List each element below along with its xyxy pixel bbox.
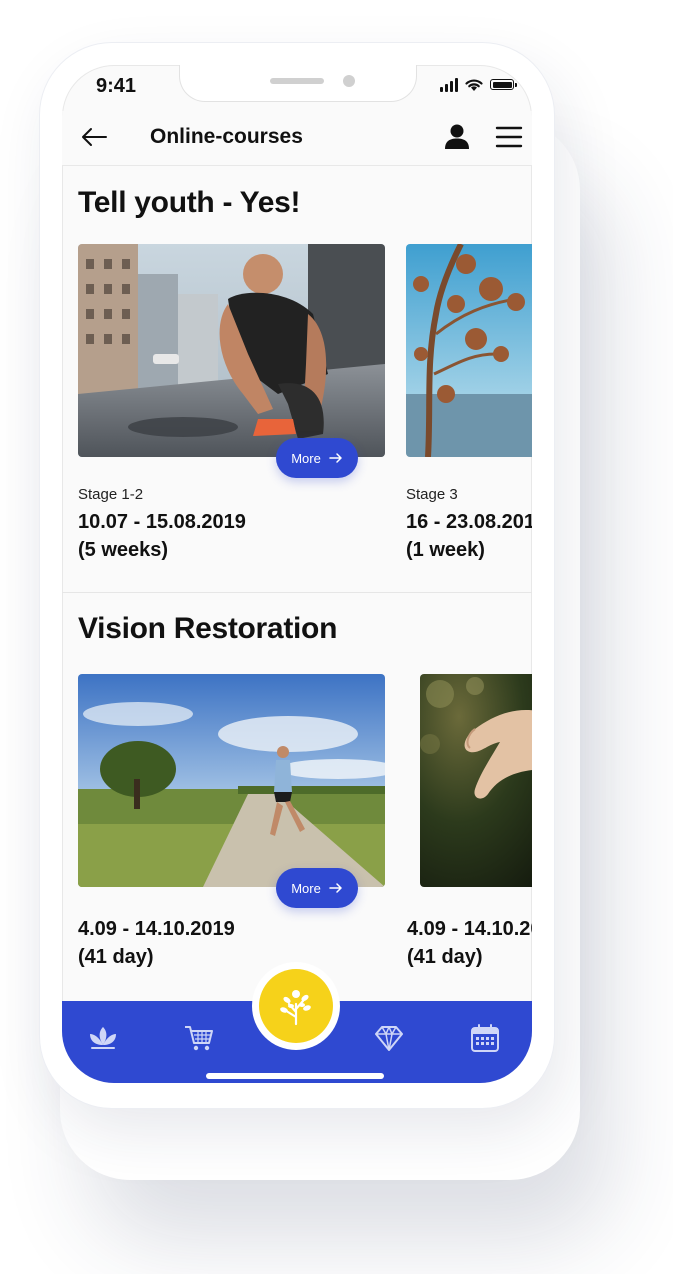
course-image-runner[interactable]	[78, 244, 385, 457]
arrow-right-icon	[329, 883, 342, 893]
course-image-tree[interactable]	[406, 244, 532, 457]
wifi-icon	[465, 79, 483, 91]
arrow-right-icon	[329, 453, 342, 463]
section-title: Vision Restoration	[78, 612, 338, 645]
course-duration: (41 day)	[78, 946, 154, 968]
phone-frame: 9:41 Online-courses Tell youth - Yes! Mo…	[40, 43, 554, 1108]
profile-icon[interactable]	[442, 121, 472, 153]
course-list[interactable]: Tell youth - Yes! More Stage 1-2 10.07 -…	[62, 166, 532, 1006]
center-button-circle	[259, 969, 333, 1043]
course-dates: 4.09 - 14.10.2019	[407, 918, 532, 940]
calendar-icon[interactable]	[468, 1021, 502, 1055]
notch	[179, 65, 417, 102]
camera	[343, 75, 355, 87]
course-image-hand[interactable]	[420, 674, 532, 887]
course-dates: 4.09 - 14.10.2019	[78, 918, 235, 940]
home-indicator[interactable]	[206, 1073, 384, 1079]
back-arrow-icon[interactable]	[78, 121, 110, 153]
signal-icon	[440, 77, 458, 92]
tree-icon	[280, 990, 311, 1026]
app-header: Online-courses	[62, 111, 532, 166]
course-image-road-runner[interactable]	[78, 674, 385, 887]
more-button[interactable]: More	[276, 438, 358, 478]
status-time: 9:41	[96, 75, 137, 97]
cart-icon[interactable]	[182, 1021, 216, 1055]
course-stage: Stage 3	[406, 486, 458, 503]
course-dates: 16 - 23.08.2019	[406, 511, 532, 533]
status-icons	[440, 77, 517, 92]
lotus-icon[interactable]	[86, 1021, 120, 1055]
course-duration: (5 weeks)	[78, 539, 169, 561]
diamond-icon[interactable]	[372, 1021, 406, 1055]
course-section-youth: Tell youth - Yes! More Stage 1-2 10.07 -…	[62, 166, 532, 636]
course-duration: (1 week)	[406, 539, 485, 561]
menu-icon[interactable]	[494, 121, 524, 153]
course-duration: (41 day)	[407, 946, 483, 968]
more-button-label: More	[291, 880, 321, 896]
course-stage: Stage 1-2	[78, 486, 144, 503]
course-section-vision: Vision Restoration More 4.09 - 14.10.201…	[62, 596, 532, 1006]
speaker	[270, 78, 324, 84]
course-dates: 10.07 - 15.08.2019	[78, 511, 246, 533]
more-button[interactable]: More	[276, 868, 358, 908]
section-title: Tell youth - Yes!	[78, 186, 301, 219]
page-title: Online-courses	[150, 125, 303, 148]
more-button-label: More	[291, 450, 321, 466]
app-screen: 9:41 Online-courses Tell youth - Yes! Mo…	[62, 65, 532, 1083]
section-divider	[62, 592, 532, 593]
battery-icon	[490, 79, 517, 90]
center-tree-button[interactable]	[252, 962, 340, 1050]
